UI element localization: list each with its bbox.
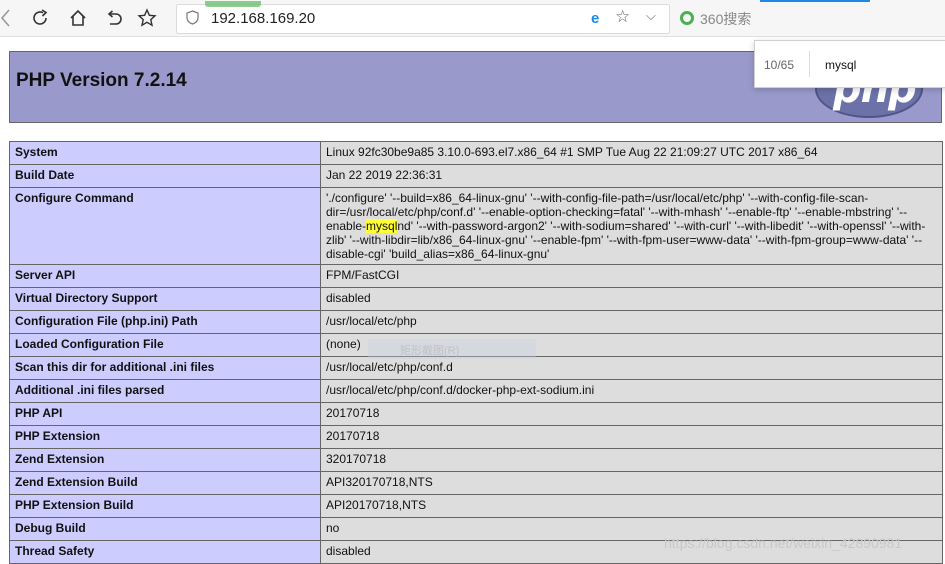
table-row: PHP Extension Build API20170718,NTS (9, 494, 943, 518)
search-highlight: mysql (366, 219, 398, 233)
table-row: Zend Extension Build API320170718,NTS (9, 471, 943, 495)
page-title: PHP Version 7.2.14 (16, 70, 187, 91)
row-value: API20170718,NTS (320, 494, 943, 518)
shield-icon (186, 10, 199, 25)
ghost-menu-label: 矩形截图(R) (400, 345, 460, 357)
row-key: Configure Command (9, 187, 321, 265)
row-value: disabled (320, 287, 943, 311)
search-360-icon (680, 11, 694, 25)
page-loading-indicator (205, 1, 261, 7)
back-icon[interactable] (0, 6, 18, 30)
row-value: API320170718,NTS (320, 471, 943, 495)
row-key: Build Date (9, 164, 321, 188)
find-input[interactable]: mysql (825, 58, 856, 72)
row-key: Additional .ini files parsed (9, 379, 321, 403)
row-key: Zend Extension Build (9, 471, 321, 495)
row-key: PHP Extension Build (9, 494, 321, 518)
row-value: /usr/local/etc/php/conf.d/docker-php-ext… (320, 379, 943, 403)
table-row: Virtual Directory Support disabled (9, 287, 943, 311)
table-row: System Linux 92fc30be9a85 3.10.0-693.el7.… (9, 141, 943, 165)
find-in-page-bar: 10/65 mysql (754, 40, 945, 88)
row-value: 20170718 (320, 402, 943, 426)
table-row: PHP Extension 20170718 (9, 425, 943, 449)
home-icon[interactable] (66, 6, 90, 30)
table-row: Zend Extension 320170718 (9, 448, 943, 472)
table-row: Configuration File (php.ini) Path/usr/lo… (9, 310, 943, 334)
search-360-box[interactable]: 360搜索 (670, 4, 945, 32)
row-value: 320170718 (320, 448, 943, 472)
table-row: Configure Command './configure' '--build=… (9, 187, 943, 265)
value-text: nd' '--with-password-argon2' '--with-sod… (326, 219, 926, 261)
table-row: Server API FPM/FastCGI (9, 264, 943, 288)
row-key: Zend Extension (9, 448, 321, 472)
find-divider (809, 51, 810, 77)
table-row: Scan this dir for additional .ini files /… (9, 356, 943, 380)
row-key: Server API (9, 264, 321, 288)
row-key: PHP Extension (9, 425, 321, 449)
table-row: PHP API 20170718 (9, 402, 943, 426)
table-row: Build Date Jan 22 2019 22:36:31 (9, 164, 943, 188)
row-value: Jan 22 2019 22:36:31 (320, 164, 943, 188)
ie-icon[interactable]: e (591, 10, 599, 27)
star-icon[interactable] (135, 6, 159, 30)
row-value: './configure' '--build=x86_64-linux-gnu'… (320, 187, 943, 265)
row-value: FPM/FastCGI (320, 264, 943, 288)
row-value: 20170718 (320, 425, 943, 449)
row-value: /usr/local/etc/php/conf.d (320, 356, 943, 380)
watermark: https://blog.csdn.net/weixin_42890981 (664, 535, 903, 551)
row-key: Virtual Directory Support (9, 287, 321, 311)
row-value: /usr/local/etc/php (320, 310, 943, 334)
row-key: PHP API (9, 402, 321, 426)
search-placeholder: 360搜索 (700, 11, 752, 27)
active-indicator (760, 0, 870, 2)
row-value: Linux 92fc30be9a85 3.10.0-693.el7.x86_64… (320, 141, 943, 165)
table-row: Additional .ini files parsed/usr/local/e… (9, 379, 943, 403)
chevron-down-icon[interactable]: ⌵ (646, 8, 656, 24)
row-key: Scan this dir for additional .ini files (9, 356, 321, 380)
row-key: System (9, 141, 321, 165)
row-key: Loaded Configuration File (9, 333, 321, 357)
ghost-context-menu: 矩形截图(R) (368, 339, 536, 359)
undo-icon[interactable] (102, 6, 126, 30)
browser-toolbar: 192.168.169.20 e ☆ ⌵ 360搜索 (0, 0, 945, 37)
find-match-count: 10/65 (764, 58, 795, 72)
row-key: Thread Safety (9, 540, 321, 564)
row-key: Debug Build (9, 517, 321, 541)
refresh-icon[interactable] (28, 6, 52, 30)
address-bar[interactable]: 192.168.169.20 e ☆ (176, 1, 670, 34)
url-text[interactable]: 192.168.169.20 (211, 10, 315, 27)
row-key: Configuration File (php.ini) Path (9, 310, 321, 334)
favorite-star-icon[interactable]: ☆ (615, 7, 630, 27)
